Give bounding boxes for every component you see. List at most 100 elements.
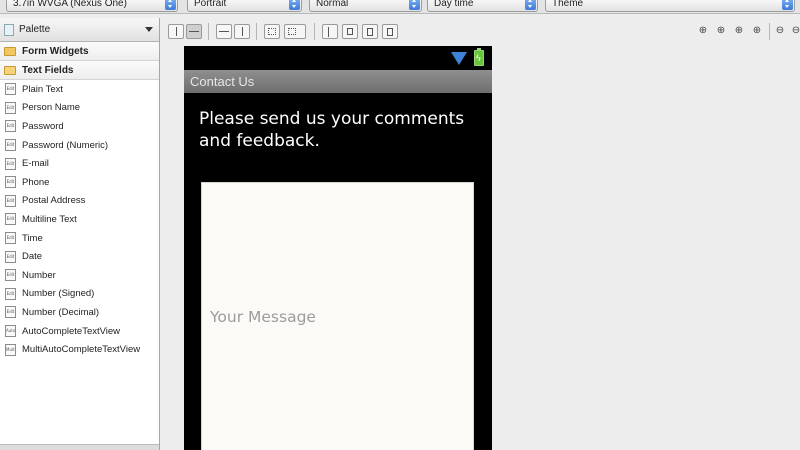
distribute-icon xyxy=(347,28,353,35)
palette-item-label: E-mail xyxy=(22,158,49,170)
gravity-dropdown-button[interactable] xyxy=(284,24,306,39)
palette-item-label: Password (Numeric) xyxy=(22,139,109,151)
palette-item-number[interactable]: Edit Number xyxy=(0,266,159,285)
split-vertical-icon xyxy=(176,27,177,36)
category-label: Text Fields xyxy=(22,64,74,76)
palette-item-multiline-text[interactable]: Edit Multiline Text xyxy=(0,210,159,229)
palette-item-postal-address[interactable]: Edit Postal Address xyxy=(0,192,159,211)
arrows-horizontal-icon xyxy=(219,31,229,32)
device-preview[interactable]: ϟ Contact Us Please send us your comment… xyxy=(184,46,492,450)
palette-item-label: Number (Decimal) xyxy=(22,306,100,318)
zoom-fit-icon[interactable]: ⊕ xyxy=(697,25,709,37)
edit-text-icon: Edit xyxy=(5,269,16,282)
category-label: Form Widgets xyxy=(22,45,89,57)
palette-title: Palette xyxy=(19,24,51,35)
select-arrows-icon xyxy=(165,0,176,10)
autocomplete-icon: Auto xyxy=(5,325,16,338)
chevron-down-icon[interactable] xyxy=(145,27,153,32)
palette-item-number-decimal[interactable]: Edit Number (Decimal) xyxy=(0,303,159,322)
activity-title-bar: Contact Us xyxy=(184,70,492,93)
palette-item-label: Person Name xyxy=(22,102,81,114)
palette-item-multi-autocomplete[interactable]: Multi MultiAutoCompleteTextView xyxy=(0,340,159,359)
clear-weights-button[interactable] xyxy=(382,24,398,39)
edit-text-icon: Edit xyxy=(5,194,16,207)
toolbar-separator xyxy=(256,23,257,40)
wifi-icon xyxy=(451,52,467,65)
clear-weights-icon xyxy=(387,28,393,36)
category-form-widgets[interactable]: Form Widgets xyxy=(0,42,159,61)
zoom-real-size-icon[interactable]: ⊕ xyxy=(715,25,727,37)
palette-item-label: Plain Text xyxy=(22,83,64,95)
multi-autocomplete-icon: Multi xyxy=(5,343,16,356)
folder-open-icon xyxy=(4,65,16,75)
layout-vertical-button[interactable] xyxy=(186,24,202,39)
edit-text-icon: Edit xyxy=(5,250,16,263)
palette-item-email[interactable]: Edit E-mail xyxy=(0,154,159,173)
palette-item-password[interactable]: Edit Password xyxy=(0,117,159,136)
config-bar: 3.7in WVGA (Nexus One) Portrait Normal D… xyxy=(0,0,800,14)
palette-header[interactable]: Palette xyxy=(0,18,159,42)
edit-text-icon: Edit xyxy=(5,120,16,133)
edit-text-icon: Edit xyxy=(5,83,16,96)
orientation-select[interactable]: Portrait xyxy=(187,0,302,12)
dock-select[interactable]: Normal xyxy=(309,0,422,12)
baseline-icon xyxy=(328,27,329,37)
zoom-in-icon[interactable]: ⊕ xyxy=(751,25,763,37)
palette-item-label: Date xyxy=(22,251,43,263)
palette-item-label: Phone xyxy=(22,176,50,188)
palette-item-person-name[interactable]: Edit Person Name xyxy=(0,99,159,118)
palette-icon xyxy=(4,23,14,36)
message-field[interactable]: Your Message xyxy=(201,182,474,450)
distribute-button[interactable] xyxy=(342,24,358,39)
fill-width-button[interactable] xyxy=(216,24,232,39)
orientation-select-value: Portrait xyxy=(194,0,227,9)
palette-scrollbar[interactable] xyxy=(0,444,159,450)
category-text-fields[interactable]: Text Fields xyxy=(0,61,159,80)
palette-item-label: Password xyxy=(22,120,64,132)
palette-item-plain-text[interactable]: Edit Plain Text xyxy=(0,80,159,99)
edit-text-icon: Edit xyxy=(5,306,16,319)
select-arrows-icon xyxy=(525,0,536,10)
arrows-vertical-icon xyxy=(242,27,243,36)
prompt-text[interactable]: Please send us your comments and feedbac… xyxy=(199,108,489,152)
dock-select-value: Normal xyxy=(316,0,349,9)
theme-select[interactable]: Theme xyxy=(545,0,795,12)
margins-button[interactable] xyxy=(264,24,280,39)
palette-item-label: Number xyxy=(22,269,56,281)
edit-text-icon: Edit xyxy=(5,176,16,189)
palette-item-label: AutoCompleteTextView xyxy=(22,325,121,337)
select-arrows-icon xyxy=(409,0,420,10)
palette-item-label: Postal Address xyxy=(22,195,86,207)
fill-height-button[interactable] xyxy=(234,24,250,39)
zoom-out-icon[interactable]: ⊖ xyxy=(774,25,786,37)
message-hint: Your Message xyxy=(210,308,316,326)
palette-item-password-numeric[interactable]: Edit Password (Numeric) xyxy=(0,136,159,155)
palette-item-label: Number (Signed) xyxy=(22,288,95,300)
zoom-out-icon[interactable]: ⊖ xyxy=(790,25,800,37)
palette-panel: Palette Form Widgets Text Fields Edit Pla… xyxy=(0,18,160,450)
device-select[interactable]: 3.7in WVGA (Nexus One) xyxy=(6,0,178,12)
weight-icon xyxy=(367,28,373,36)
toolbar-separator xyxy=(208,23,209,40)
zoom-100-icon[interactable]: ⊕ xyxy=(733,25,745,37)
gravity-icon xyxy=(288,28,296,35)
palette-item-label: Multiline Text xyxy=(22,213,77,225)
edit-text-icon: Edit xyxy=(5,232,16,245)
weight-button[interactable] xyxy=(362,24,378,39)
time-select[interactable]: Day time xyxy=(427,0,538,12)
palette-item-date[interactable]: Edit Date xyxy=(0,247,159,266)
baseline-button[interactable] xyxy=(322,24,338,39)
layout-toolbar: ⊕ ⊕ ⊕ ⊕ ⊖ ⊖ xyxy=(162,18,800,46)
charging-bolt-icon: ϟ xyxy=(476,53,481,63)
activity-title: Contact Us xyxy=(190,74,255,89)
palette-item-time[interactable]: Edit Time xyxy=(0,229,159,248)
edit-text-icon: Edit xyxy=(5,157,16,170)
theme-select-value: Theme xyxy=(552,0,584,9)
layout-horizontal-button[interactable] xyxy=(168,24,184,39)
palette-item-label: Time xyxy=(22,232,43,244)
palette-item-phone[interactable]: Edit Phone xyxy=(0,173,159,192)
palette-item-number-signed[interactable]: Edit Number (Signed) xyxy=(0,285,159,304)
time-select-value: Day time xyxy=(434,0,474,9)
palette-item-label: MultiAutoCompleteTextView xyxy=(22,344,141,356)
palette-item-autocomplete[interactable]: Auto AutoCompleteTextView xyxy=(0,322,159,341)
